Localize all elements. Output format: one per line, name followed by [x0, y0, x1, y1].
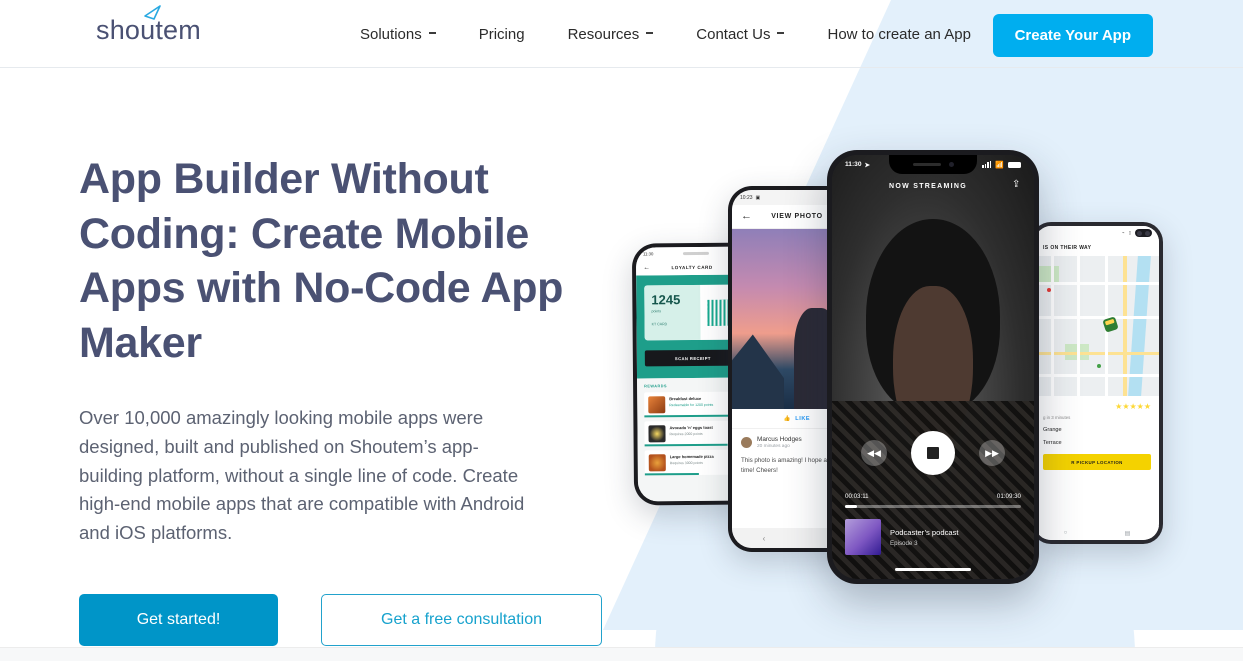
notch-bar [682, 251, 709, 256]
loyalty-points-value: 1245 [651, 292, 681, 308]
loyalty-status-time: 11:30 [642, 251, 654, 257]
phone-mockup-delivery-map: ⌁ ▯ IS ON THEIR WAY ★★★★★ g in 3 minutes… [1031, 222, 1163, 544]
wifi-icon: 📶 [995, 161, 1004, 169]
photo-status-time: 10:23 [740, 194, 753, 201]
paper-plane-icon [143, 3, 163, 26]
logo[interactable]: shoutem [96, 5, 201, 44]
scan-receipt-button[interactable]: SCAN RECEIPT [644, 349, 741, 367]
home-indicator [895, 568, 971, 571]
comment-author: Marcus Hodges [757, 436, 802, 443]
elapsed-time: 00:03:11 [845, 493, 869, 500]
reward-name: Breakfast deluxe [669, 395, 702, 402]
map-status-bar: ⌁ ▯ [1035, 226, 1159, 240]
home-nav-icon[interactable]: ○ [1064, 530, 1068, 536]
location-arrow-icon: ➤ [864, 161, 871, 169]
site-header: shoutem Solutions Pricing Resources Cont… [0, 0, 1243, 68]
eta-text: g in 3 minutes [1043, 415, 1071, 420]
rewind-button[interactable]: ◀◀ [861, 440, 887, 466]
chevron-down-icon [428, 32, 436, 34]
hero-cta-row: Get started! Get a free consultation [79, 594, 602, 646]
page-title: App Builder Without Coding: Create Mobil… [79, 155, 564, 367]
page-bottom-strip [0, 647, 1243, 661]
player-times: 00:03:11 01:09:30 [845, 493, 1021, 500]
nav-item-how-to-create-an-app[interactable]: How to create an App [827, 26, 970, 43]
nav-label: Resources [567, 25, 640, 43]
get-started-button[interactable]: Get started! [79, 594, 278, 646]
hero-subcopy: Over 10,000 amazingly looking mobile app… [79, 407, 525, 544]
stream-video [832, 155, 1034, 579]
phone-mockups: 11:30 ▮ ← LOYALTY CARD 1245 points KT CA… [620, 0, 1243, 661]
landing-page: shoutem Solutions Pricing Resources Cont… [0, 0, 1243, 661]
loyalty-points-label: points [651, 309, 662, 314]
podcast-title: Podcaster’s podcast [890, 527, 959, 537]
progress-bar[interactable] [845, 505, 1021, 508]
stream-header: NOW STREAMING ⇪ [832, 180, 1034, 192]
like-label: LIKE [795, 415, 811, 422]
nav-label: How to create an App [827, 25, 971, 43]
reward-sub: Requires 3000 points [669, 460, 703, 466]
nav-label: Contact Us [696, 25, 771, 43]
thumbs-up-icon: 👍 [783, 415, 792, 422]
loyalty-card: 1245 points KT CARD [644, 284, 741, 341]
image-icon: ▣ [755, 194, 761, 201]
player-controls: ◀◀ ▶▶ [832, 431, 1034, 475]
nav-item-contact-us[interactable]: Contact Us [696, 25, 785, 43]
chevron-down-icon [646, 32, 654, 34]
main-nav: Solutions Pricing Resources Contact Us H… [360, 0, 1097, 68]
nav-label: Solutions [360, 25, 422, 43]
reward-sub: Requires 2000 points [669, 431, 703, 437]
free-consultation-button[interactable]: Get a free consultation [321, 594, 602, 646]
stream-status-bar: 11:30 ➤ 📶 [832, 155, 1034, 174]
reward-name: Avocado 'n' eggs toast [669, 424, 713, 431]
back-nav-icon[interactable]: ‹ [763, 534, 766, 543]
loyalty-card-label: KT CARD [651, 322, 668, 327]
avatar [741, 437, 752, 448]
nav-label: Pricing [478, 25, 525, 43]
forward-button[interactable]: ▶▶ [979, 440, 1005, 466]
reward-sub: Redeemable for 1200 points [669, 402, 714, 408]
map-title: IS ON THEIR WAY [1035, 240, 1159, 256]
rating-stars[interactable]: ★★★★★ [1043, 403, 1151, 411]
stop-button[interactable] [911, 431, 955, 475]
comment-time: 20 minutes ago [757, 444, 790, 449]
address-line-1: Grange [1043, 427, 1062, 433]
map-view[interactable] [1035, 256, 1159, 396]
stream-status-time: 11:30 [845, 161, 862, 168]
pickup-location-button[interactable]: R PICKUP LOCATION [1043, 454, 1151, 470]
wifi-icon: ⌁ [1121, 230, 1125, 235]
nav-item-pricing[interactable]: Pricing [479, 26, 525, 43]
punch-hole-camera [1135, 229, 1152, 237]
hero-copy: App Builder Without Coding: Create Mobil… [79, 152, 599, 548]
podcast-thumbnail [845, 519, 881, 555]
address-line-2: Terrace [1043, 440, 1062, 446]
recents-nav-icon[interactable]: ▤ [1125, 530, 1131, 537]
podcast-episode: Episode 3 [890, 539, 918, 547]
reward-name: Large homemade pizza [669, 453, 714, 460]
chevron-down-icon [777, 32, 785, 34]
nav-item-solutions[interactable]: Solutions [360, 26, 436, 43]
delivery-info-card: ★★★★★ g in 3 minutes Grange Terrace R PI… [1035, 396, 1159, 478]
signal-icon [981, 160, 992, 169]
phone-mockup-now-streaming: 11:30 ➤ 📶 NOW STREAMING ⇪ ◀◀ ▶▶ 00:03:11… [827, 150, 1039, 584]
now-playing[interactable]: Podcaster’s podcast Episode 3 [845, 519, 1021, 555]
total-duration: 01:09:30 [996, 493, 1021, 500]
stream-title: NOW STREAMING [889, 182, 967, 190]
battery-icon [1008, 161, 1021, 168]
create-your-app-button[interactable]: Create Your App [992, 14, 1153, 57]
share-icon[interactable]: ⇪ [1012, 180, 1022, 192]
nav-item-resources[interactable]: Resources [568, 26, 654, 43]
battery-icon: ▯ [1128, 230, 1131, 235]
android-nav-bar: ○ ▤ [1035, 526, 1159, 540]
